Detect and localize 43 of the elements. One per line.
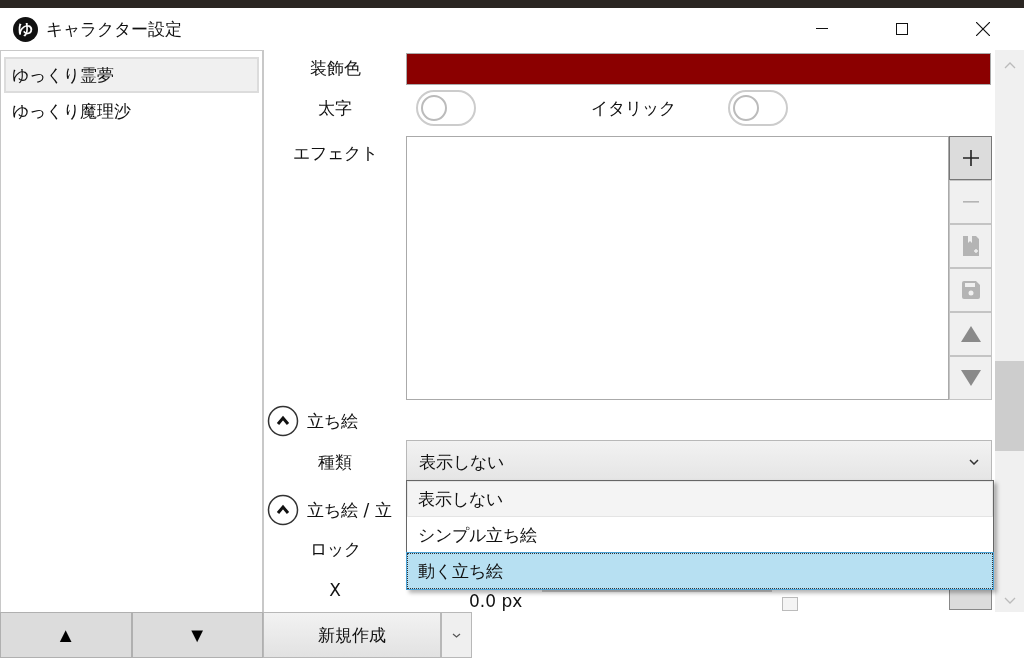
value-text: 0.0 px (469, 592, 523, 610)
toggle-switch[interactable] (728, 90, 788, 126)
scroll-up-icon[interactable] (1003, 62, 1016, 69)
collapse-icon[interactable] (267, 494, 299, 526)
character-item[interactable]: ゆっくり霊夢 (4, 57, 259, 93)
field-label: 装飾色 (308, 56, 362, 80)
move-button[interactable]: ▼ (131, 612, 263, 658)
character-item[interactable]: ゆっくり魔理沙 (4, 93, 259, 129)
field-label: ロック (308, 537, 362, 561)
save-as-icon (962, 236, 979, 256)
minimize-icon[interactable] (816, 28, 828, 30)
scrollbar-thumb[interactable] (995, 361, 1024, 451)
app-icon: ゆ (13, 16, 38, 42)
scrollbar[interactable] (995, 50, 1024, 612)
up-triangle-icon (960, 326, 981, 342)
field-label: 太字 (317, 96, 353, 120)
save-icon (961, 281, 980, 299)
add-button[interactable] (949, 136, 992, 180)
plus-icon (962, 150, 979, 166)
caret-icon (969, 459, 979, 465)
close-icon[interactable] (976, 22, 990, 36)
dropdown-option[interactable]: シンプル立ち絵 (407, 517, 993, 553)
dropdown-option[interactable]: 表示しない (407, 481, 993, 517)
field-label: イタリック (590, 96, 676, 120)
maximize-icon[interactable] (896, 23, 908, 35)
section-title: 立ち絵 (307, 409, 358, 433)
field-label: X (328, 580, 342, 600)
scroll-down-icon[interactable] (1003, 597, 1016, 604)
checkbox[interactable] (782, 597, 799, 611)
field-label: エフェクト (291, 142, 379, 165)
section-title: 立ち絵 / 立 (307, 498, 392, 522)
color-swatch[interactable] (406, 53, 991, 85)
caret-icon (452, 632, 461, 638)
new-menu-button[interactable] (441, 612, 472, 658)
toggle-switch[interactable] (416, 90, 476, 126)
move-button[interactable]: ▲ (0, 612, 132, 658)
new-button[interactable]: 新規作成 (263, 612, 441, 658)
field-label: 種類 (317, 450, 353, 474)
minus-icon (962, 201, 979, 203)
down-triangle-icon (960, 370, 981, 386)
dropdown-option[interactable]: 動く立ち絵 (407, 553, 993, 589)
collapse-icon[interactable] (267, 405, 299, 437)
window-title: キャラクター設定 (46, 17, 182, 41)
